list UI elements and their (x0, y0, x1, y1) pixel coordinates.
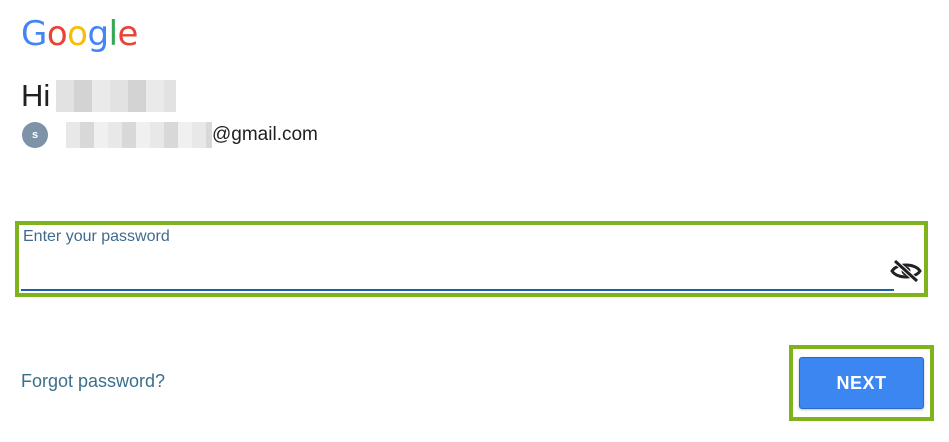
logo-letter: o (46, 14, 68, 54)
logo-letter: e (117, 14, 139, 54)
logo-letter: G (21, 14, 47, 54)
forgot-password-link[interactable]: Forgot password? (21, 371, 165, 392)
logo-letter: l (108, 14, 118, 54)
eye-off-icon[interactable] (889, 258, 923, 284)
redacted-user-name (56, 80, 177, 112)
avatar: s (22, 122, 48, 148)
password-field-highlight: Enter your password (15, 221, 928, 297)
greeting-prefix: Hi (21, 78, 51, 113)
email-domain: @gmail.com (212, 124, 318, 145)
logo-letter: o (67, 14, 88, 54)
logo-letter: g (87, 14, 109, 54)
greeting-heading: Hi (21, 78, 177, 114)
password-underline (21, 289, 894, 291)
redacted-email-user (66, 122, 212, 148)
google-logo: Google (21, 14, 138, 54)
sign-in-page: Google Hi s @gmail.com Enter your passwo… (0, 0, 949, 442)
next-button-highlight: NEXT (789, 345, 934, 421)
avatar-initial: s (31, 129, 39, 141)
password-label: Enter your password (23, 228, 170, 245)
password-input[interactable] (21, 255, 891, 287)
next-button[interactable]: NEXT (799, 357, 924, 409)
account-chip: s @gmail.com (22, 122, 318, 148)
